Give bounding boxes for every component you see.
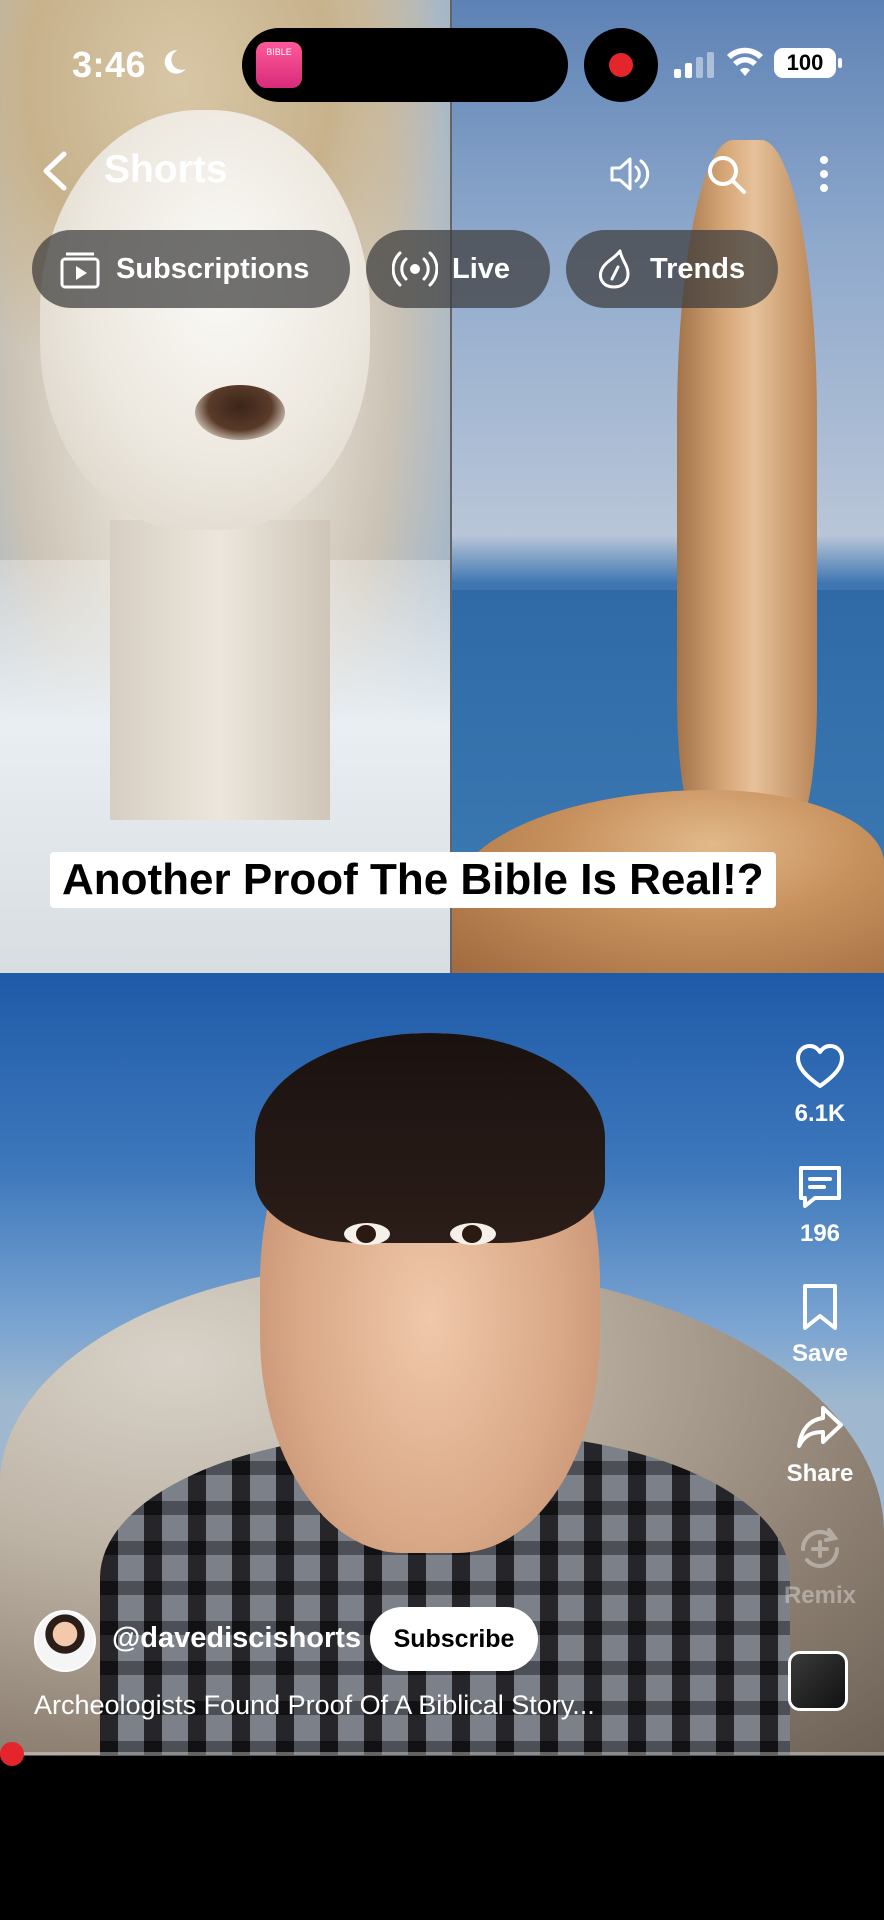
chip-subscriptions[interactable]: Subscriptions bbox=[32, 230, 350, 308]
subscriptions-icon bbox=[60, 252, 100, 289]
music-sound-icon[interactable] bbox=[788, 1651, 848, 1711]
chip-label: Subscriptions bbox=[116, 252, 310, 285]
search-icon[interactable] bbox=[702, 150, 750, 198]
remix-icon bbox=[800, 1528, 840, 1569]
back-arrow-icon[interactable] bbox=[36, 148, 76, 194]
subscribe-button[interactable]: Subscribe bbox=[370, 1607, 538, 1671]
video-caption-title: Another Proof The Bible Is Real!? bbox=[50, 852, 776, 908]
chip-trends[interactable]: Trends bbox=[566, 230, 778, 308]
progress-bar[interactable] bbox=[0, 1752, 884, 1756]
comments-button[interactable]: 196 bbox=[770, 1160, 870, 1248]
rock-pillar-image bbox=[452, 0, 884, 973]
screen-record-icon bbox=[584, 28, 658, 102]
share-button[interactable]: Share bbox=[770, 1400, 870, 1488]
more-options-icon[interactable] bbox=[800, 150, 848, 198]
channel-name[interactable]: @davediscishorts bbox=[112, 1622, 361, 1655]
share-icon bbox=[797, 1406, 843, 1448]
progress-scrubber[interactable] bbox=[0, 1742, 24, 1766]
trends-icon bbox=[599, 249, 630, 289]
volume-icon[interactable] bbox=[606, 150, 654, 198]
video-frame-top bbox=[0, 0, 884, 973]
page-title: Shorts bbox=[104, 148, 228, 191]
comment-count: 196 bbox=[799, 1220, 841, 1247]
save-label: Save bbox=[791, 1340, 849, 1367]
remix-label: Remix bbox=[783, 1582, 857, 1609]
chip-live[interactable]: Live bbox=[366, 230, 550, 308]
chip-label: Trends bbox=[650, 252, 746, 285]
bible-app-icon[interactable]: BIBLE bbox=[256, 42, 302, 88]
like-button[interactable]: 6.1K bbox=[770, 1040, 870, 1128]
status-time: 3:46 bbox=[72, 44, 147, 85]
heart-icon bbox=[796, 1044, 844, 1088]
chip-label: Live bbox=[452, 252, 511, 285]
share-label: Share bbox=[786, 1460, 854, 1487]
like-count: 6.1K bbox=[794, 1100, 846, 1127]
channel-avatar[interactable] bbox=[34, 1610, 96, 1672]
comment-icon bbox=[799, 1166, 841, 1208]
save-button[interactable]: Save bbox=[770, 1280, 870, 1368]
battery-indicator: 100 bbox=[774, 48, 842, 78]
moon-icon bbox=[164, 50, 186, 74]
statue-image bbox=[0, 0, 450, 973]
split-divider bbox=[450, 0, 452, 973]
cellular-signal-icon bbox=[674, 52, 714, 78]
wifi-icon bbox=[727, 47, 763, 76]
remix-button[interactable]: Remix bbox=[770, 1522, 870, 1610]
bookmark-icon bbox=[803, 1284, 837, 1330]
video-description[interactable]: Archeologists Found Proof Of A Biblical … bbox=[34, 1690, 595, 1721]
live-icon bbox=[392, 251, 438, 287]
